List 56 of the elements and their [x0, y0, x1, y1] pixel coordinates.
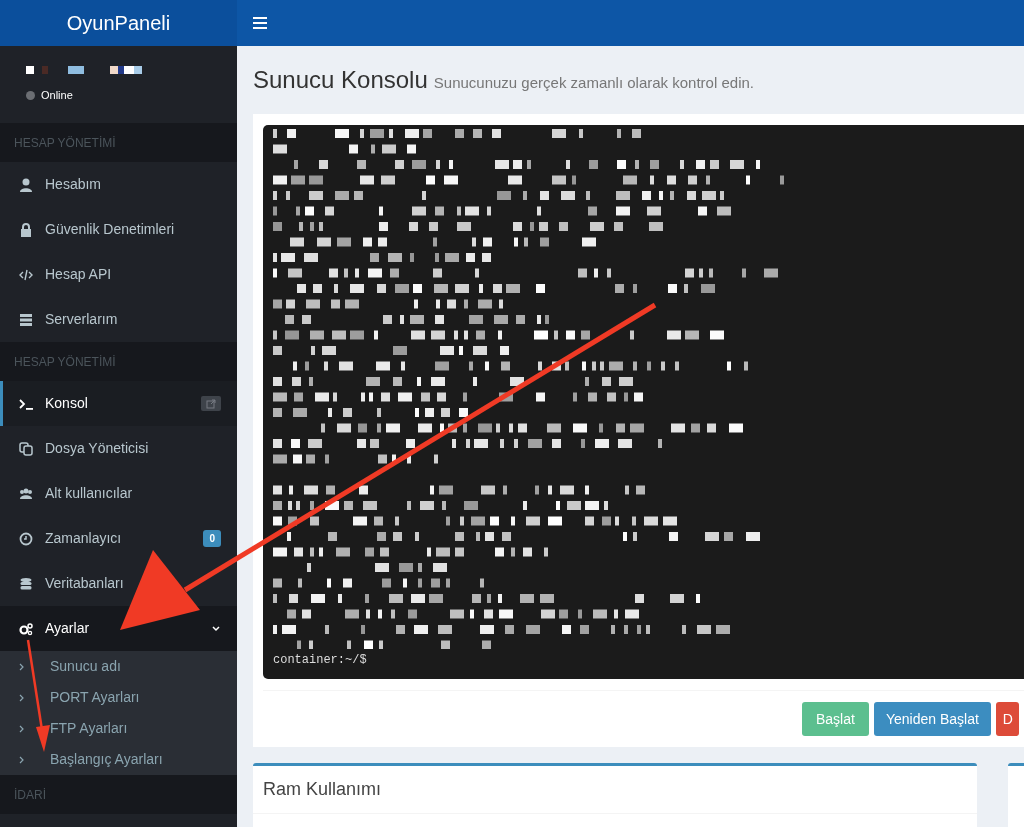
card-title: Ram Kullanımı	[253, 766, 977, 814]
chevron-right-icon	[18, 661, 26, 672]
sidebar-item[interactable]: Dosya Yöneticisi	[0, 426, 237, 471]
item-label: Veritabanları	[45, 574, 125, 593]
copy-icon	[19, 441, 33, 456]
menu-icon[interactable]	[253, 17, 267, 29]
item-label: FTP Ayarları	[50, 719, 128, 738]
brand-logo: OyunPaneli	[0, 0, 237, 46]
terminal-icon	[19, 396, 33, 411]
status-text: Online	[41, 88, 73, 103]
console-prompt: container:~/$	[273, 652, 368, 669]
chevron-right-icon	[18, 723, 26, 734]
submenu-item[interactable]: Sunucu adı	[0, 651, 237, 682]
page-subtitle: Sunucunuzu gerçek zamanlı olarak kontrol edin.	[433, 73, 754, 93]
chevron-down-icon	[211, 623, 221, 634]
item-label: Başlangıç Ayarları	[50, 750, 163, 769]
item-label: Alt kullanıcılar	[45, 484, 134, 503]
item-label: Hesap API	[45, 265, 113, 284]
section-header: HESAP YÖNETİMİ	[0, 123, 237, 162]
item-label: PORT Ayarları	[50, 688, 140, 707]
lock-icon	[19, 222, 33, 237]
item-label: Zamanlayıcı	[45, 529, 123, 548]
count-badge: 0	[203, 530, 221, 547]
sidebar-item[interactable]: Serverlarım	[0, 297, 237, 342]
sidebar-item[interactable]: Güvenlik Denetimleri	[0, 207, 237, 252]
sidebar-item[interactable]: Hesap API	[0, 252, 237, 297]
section-header: HESAP YÖNETİMİ	[0, 342, 237, 381]
sidebar-item[interactable]: Konsol	[0, 381, 237, 426]
item-label: Hesabım	[45, 175, 103, 194]
chevron-right-icon	[18, 692, 26, 703]
code-icon	[19, 267, 33, 282]
action-button[interactable]: Yeniden Başlat	[873, 702, 991, 736]
sidebar-item[interactable]: Zamanlayıcı 0	[0, 516, 237, 561]
gears-icon	[19, 621, 33, 636]
clock-icon	[19, 531, 33, 546]
item-label: Serverlarım	[45, 310, 119, 329]
sidebar-item[interactable]: Ayarlar	[0, 606, 237, 651]
users-icon	[19, 486, 33, 501]
submenu-item[interactable]: FTP Ayarları	[0, 713, 237, 744]
sidebar-item[interactable]: Veritabanları	[0, 561, 237, 606]
item-label: Ayarlar	[45, 619, 91, 638]
sidebar-item[interactable]: Alt kullanıcılar	[0, 471, 237, 516]
user-icon	[19, 177, 33, 192]
chevron-right-icon	[18, 754, 26, 765]
sidebar-item[interactable]: Hesabım	[0, 162, 237, 207]
action-button[interactable]: D	[995, 702, 1019, 736]
item-label: Konsol	[45, 394, 89, 413]
server-icon	[19, 312, 33, 327]
submenu-item[interactable]: Başlangıç Ayarları	[0, 744, 237, 775]
item-label: Dosya Yöneticisi	[45, 439, 150, 458]
page-title: Sunucu Konsolu	[253, 65, 428, 95]
item-label: Sunucu adı	[50, 657, 121, 676]
submenu-item[interactable]: PORT Ayarları	[0, 682, 237, 713]
section-header: İDARİ	[0, 775, 237, 814]
item-label: Güvenlik Denetimleri	[45, 220, 176, 239]
database-icon	[19, 576, 33, 591]
